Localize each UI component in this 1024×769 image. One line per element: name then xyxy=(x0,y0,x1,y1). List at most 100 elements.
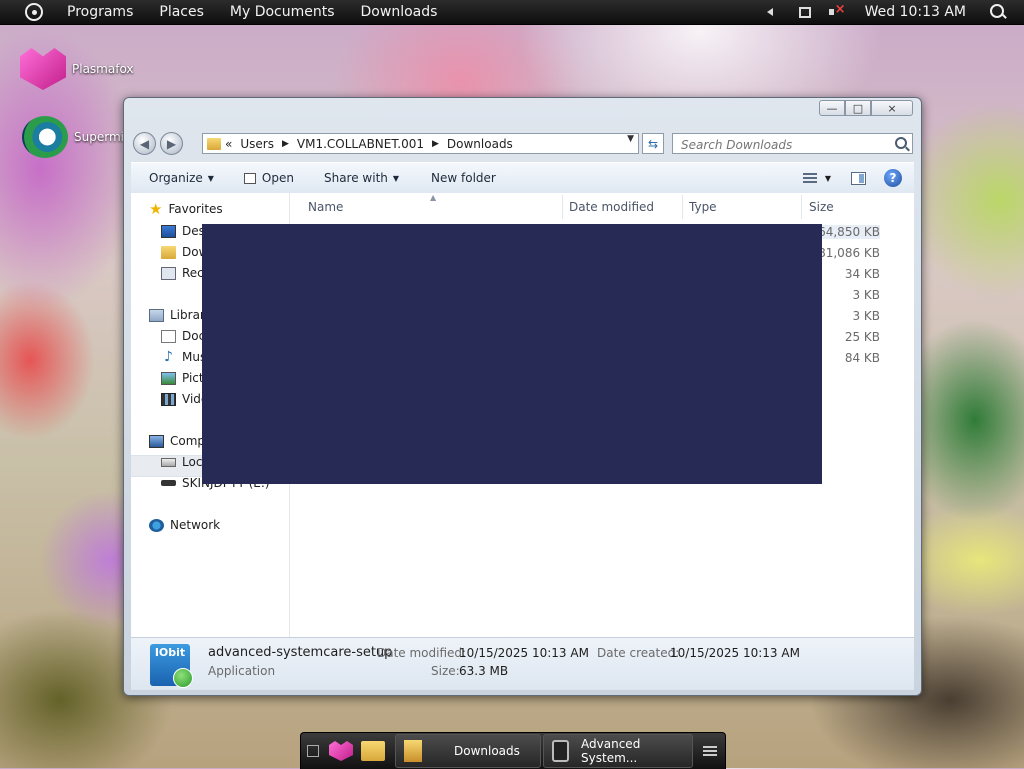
column-header-date-modified[interactable]: Date modified xyxy=(569,200,654,214)
nav-recent-places[interactable]: Rec xyxy=(161,266,204,280)
search-icon[interactable] xyxy=(895,137,907,149)
plasmafox-icon[interactable] xyxy=(329,741,353,761)
network-icon xyxy=(149,518,164,532)
change-view-icon[interactable] xyxy=(802,173,817,183)
nav-label: Network xyxy=(170,518,221,532)
top-menu: Programs Places My Documents Downloads xyxy=(67,4,463,20)
organize-label: Organize xyxy=(149,171,203,185)
share-with-button[interactable]: Share with ▼ xyxy=(324,171,399,185)
size-value: 63.3 MB xyxy=(459,664,509,678)
nav-computer[interactable]: Comp xyxy=(149,434,205,448)
menu-my-documents[interactable]: My Documents xyxy=(230,4,335,20)
date-modified-value: 10/15/2025 10:13 AM xyxy=(459,646,589,660)
menu-programs[interactable]: Programs xyxy=(67,4,133,20)
forward-button[interactable]: ▶ xyxy=(160,132,183,155)
address-dropdown-icon[interactable]: ▼ xyxy=(627,134,634,144)
open-button[interactable]: Open xyxy=(243,171,294,185)
view-controls: ▼ ? xyxy=(802,163,914,193)
show-desktop-icon[interactable] xyxy=(307,745,319,757)
breadcrumb-separator-icon[interactable]: ▶ xyxy=(282,139,289,149)
nav-network[interactable]: Network xyxy=(149,518,220,532)
downloads-folder-icon xyxy=(161,245,176,259)
open-label: Open xyxy=(261,171,294,185)
column-divider[interactable] xyxy=(682,195,683,219)
clock[interactable]: Wed 10:13 AM xyxy=(865,4,966,20)
close-button[interactable]: × xyxy=(871,100,913,116)
column-divider[interactable] xyxy=(562,195,563,219)
menu-downloads[interactable]: Downloads xyxy=(361,4,438,20)
task-label: Advanced System... xyxy=(581,737,641,765)
breadcrumb-user-folder[interactable]: VM1.COLLABNET.001 xyxy=(297,137,424,151)
new-folder-label: New folder xyxy=(431,171,496,185)
taskbar-task-advanced-systemcare[interactable]: Advanced System... xyxy=(543,734,693,768)
search-input[interactable] xyxy=(679,135,893,154)
menu-places[interactable]: Places xyxy=(159,4,204,20)
nav-label: Librar xyxy=(170,308,205,322)
system-menu-icon[interactable] xyxy=(25,3,43,21)
taskbar: Downloads Advanced System... xyxy=(300,732,726,769)
nav-documents[interactable]: Doc xyxy=(161,329,205,343)
breadcrumb-overflow[interactable]: « xyxy=(225,137,232,151)
open-icon xyxy=(243,172,256,184)
column-header-size[interactable]: Size xyxy=(809,200,834,214)
share-with-label: Share with xyxy=(323,171,388,185)
nav-label: Rec xyxy=(182,266,204,280)
column-header-name[interactable]: Name xyxy=(308,200,343,214)
redacted-area xyxy=(202,224,822,484)
refresh-button[interactable]: ⇆ xyxy=(642,133,664,154)
sort-ascending-icon: ▲ xyxy=(430,193,437,202)
documents-icon xyxy=(161,329,176,343)
nav-label: Comp xyxy=(170,434,206,448)
system-tray: Wed 10:13 AM xyxy=(766,0,1024,24)
pictures-icon xyxy=(161,371,176,385)
command-bar: Organize ▼ Open Share with ▼ New folder … xyxy=(131,162,914,194)
desktop-icon-supermium[interactable]: Supermiu xyxy=(22,116,132,158)
file-manager-icon[interactable] xyxy=(361,741,385,761)
volume-muted-icon[interactable] xyxy=(828,2,845,19)
network-tray-icon[interactable] xyxy=(798,6,811,18)
plasmafox-icon xyxy=(20,48,66,90)
nav-pictures[interactable]: Pict xyxy=(161,371,204,385)
date-created-label: Date created: xyxy=(597,646,680,660)
music-note-icon: ♪ xyxy=(164,348,173,365)
window-controls: — □ × xyxy=(819,100,913,116)
taskbar-menu-icon[interactable] xyxy=(703,746,717,756)
desktop-icon-plasmafox[interactable]: Plasmafox xyxy=(20,48,134,90)
breadcrumb-separator-icon[interactable]: ▶ xyxy=(432,139,439,149)
tray-expand-icon[interactable] xyxy=(766,8,773,16)
iobit-app-icon: IObit xyxy=(150,644,193,688)
minimize-button[interactable]: — xyxy=(819,100,845,116)
breadcrumb-users[interactable]: Users xyxy=(240,137,274,151)
taskbar-task-downloads[interactable]: Downloads xyxy=(395,734,541,768)
details-pane: IObit advanced-systemcare-setup Applicat… xyxy=(131,637,914,690)
refresh-icon: ⇆ xyxy=(647,136,659,151)
search-icon[interactable] xyxy=(990,4,1006,20)
preview-pane-icon[interactable] xyxy=(851,171,866,185)
nav-music[interactable]: ♪ Mus xyxy=(161,348,206,365)
organize-button[interactable]: Organize ▼ xyxy=(149,171,214,185)
help-icon[interactable]: ? xyxy=(884,169,902,187)
back-button[interactable]: ◀ xyxy=(133,132,156,155)
column-divider[interactable] xyxy=(801,195,802,219)
desktop-icon xyxy=(161,224,176,238)
arrow-right-icon: ▶ xyxy=(166,136,177,151)
arrow-left-icon: ◀ xyxy=(139,136,150,151)
column-header-type[interactable]: Type xyxy=(689,200,717,214)
breadcrumb-downloads[interactable]: Downloads xyxy=(447,137,513,151)
maximize-button[interactable]: □ xyxy=(845,100,871,116)
usb-drive-icon xyxy=(161,480,176,486)
nav-label: Favorites xyxy=(168,202,223,216)
chevron-down-icon: ▼ xyxy=(392,173,400,183)
nav-favorites[interactable]: ★ Favorites xyxy=(149,202,223,217)
advanced-systemcare-icon xyxy=(552,740,570,762)
top-panel: Programs Places My Documents Downloads W… xyxy=(0,0,1024,25)
videos-icon xyxy=(161,392,176,406)
nav-libraries[interactable]: Librar xyxy=(149,308,205,322)
search-field[interactable] xyxy=(672,133,913,154)
hard-drive-icon xyxy=(161,457,176,467)
address-bar[interactable]: « Users ▶ VM1.COLLABNET.001 ▶ Downloads … xyxy=(202,133,639,154)
libraries-icon xyxy=(149,308,164,322)
chevron-down-icon[interactable]: ▼ xyxy=(825,174,831,183)
new-folder-button[interactable]: New folder xyxy=(431,171,496,185)
date-created-value: 10/15/2025 10:13 AM xyxy=(670,646,800,660)
